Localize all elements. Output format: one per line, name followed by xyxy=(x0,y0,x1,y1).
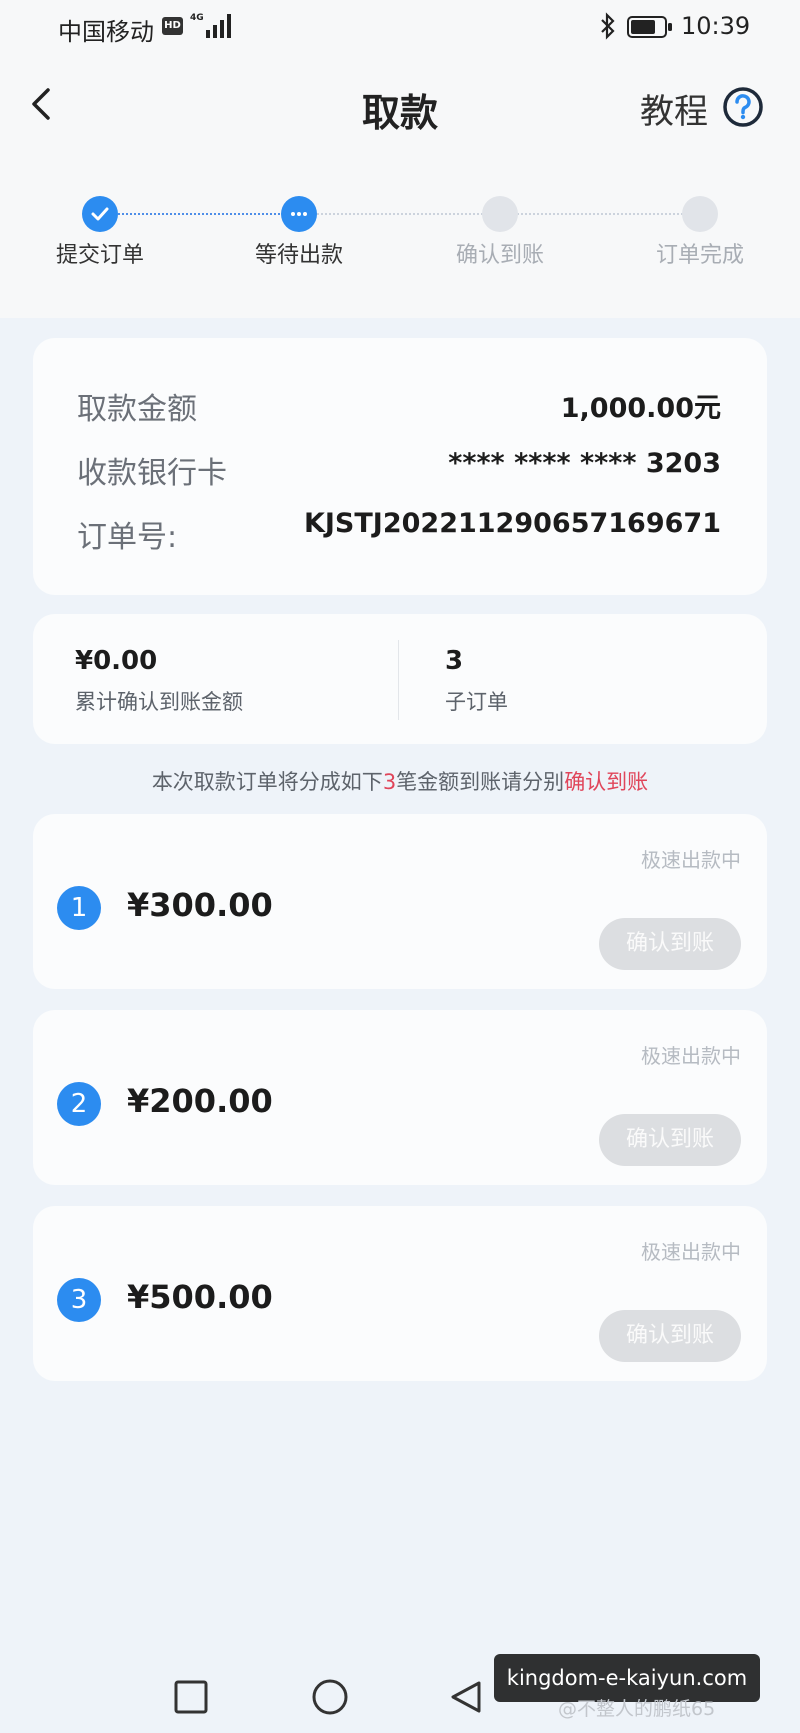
step-3-dot xyxy=(482,196,518,232)
confirmed-amount-value: ¥0.00 xyxy=(75,646,158,676)
step-label: 订单完成 xyxy=(655,243,744,268)
sub-order-status: 极速出款中 xyxy=(641,1240,741,1264)
step-connector xyxy=(317,213,483,215)
check-icon xyxy=(91,207,109,221)
sub-order-status: 极速出款中 xyxy=(641,848,741,872)
sub-order-count-label: 子订单 xyxy=(445,690,508,714)
status-bar: 中国移动 HD 4G 10:39 xyxy=(0,0,800,56)
step-4-dot xyxy=(682,196,718,232)
confirm-receipt-button[interactable]: 确认到账 xyxy=(599,1310,741,1362)
amount-value: 1,000.00元 xyxy=(560,393,721,424)
credit-watermark: @不整人的鹏纸65 xyxy=(558,1698,716,1720)
sub-order-index: 3 xyxy=(57,1278,101,1322)
sub-order-index: 1 xyxy=(57,886,101,930)
bank-card-label: 收款银行卡 xyxy=(77,456,227,491)
order-info-card: 取款金额 1,000.00元 收款银行卡 **** **** **** 3203… xyxy=(33,338,767,595)
notice-middle: 笔金额到账请分别 xyxy=(396,770,565,794)
sub-order-index: 2 xyxy=(57,1082,101,1126)
order-number-label: 订单号: xyxy=(77,520,178,555)
help-icon[interactable] xyxy=(722,86,764,128)
tutorial-link[interactable]: 教程 xyxy=(640,84,708,133)
sub-order-status: 极速出款中 xyxy=(641,1044,741,1068)
step-label: 确认到账 xyxy=(455,243,544,268)
sub-order-card: 极速出款中 2 ¥200.00 确认到账 xyxy=(33,1010,767,1185)
step-1-dot xyxy=(82,196,118,232)
order-number-value: KJSTJ2022112906571696​71 xyxy=(303,508,721,539)
notice-count: 3 xyxy=(382,770,397,794)
confirm-receipt-button[interactable]: 确认到账 xyxy=(599,918,741,970)
split-notice: 本次取款订单将分成如下3笔金额到账请分别确认到账 xyxy=(0,766,800,796)
sub-order-amount: ¥300.00 xyxy=(127,886,273,924)
step-2-dot xyxy=(281,196,317,232)
sub-order-card: 极速出款中 1 ¥300.00 确认到账 xyxy=(33,814,767,989)
sub-order-card: 极速出款中 3 ¥500.00 确认到账 xyxy=(33,1206,767,1381)
divider xyxy=(398,640,399,720)
confirmed-amount-label: 累计确认到账金额 xyxy=(75,690,243,714)
confirm-receipt-link[interactable]: 确认到账 xyxy=(564,770,648,794)
carrier-name: 中国移动 xyxy=(58,18,154,46)
bluetooth-icon xyxy=(601,12,615,40)
amount-label: 取款金额 xyxy=(77,392,197,427)
sub-order-amount: ¥200.00 xyxy=(127,1082,273,1120)
sub-order-amount: ¥500.00 xyxy=(127,1278,273,1316)
recent-apps-icon[interactable] xyxy=(174,1680,208,1714)
bank-card-value: **** **** **** 3203 xyxy=(448,448,721,479)
signal-icon xyxy=(206,14,231,38)
hd-badge: HD xyxy=(162,17,183,35)
battery-icon xyxy=(627,16,672,38)
notice-prefix: 本次取款订单将分成如下 xyxy=(151,770,383,794)
step-connector xyxy=(118,213,280,215)
sub-order-count-value: 3 xyxy=(445,646,464,676)
confirm-receipt-button[interactable]: 确认到账 xyxy=(599,1114,741,1166)
network-type: 4G xyxy=(190,13,204,23)
back-icon[interactable] xyxy=(449,1680,483,1714)
step-label: 等待出款 xyxy=(254,243,343,268)
summary-card: ¥0.00 累计确认到账金额 3 子订单 xyxy=(33,614,767,744)
status-time: 10:39 xyxy=(681,12,751,40)
step-label: 提交订单 xyxy=(55,243,144,268)
ellipsis-icon xyxy=(291,212,307,216)
home-icon[interactable] xyxy=(311,1678,349,1716)
step-connector xyxy=(517,213,683,215)
